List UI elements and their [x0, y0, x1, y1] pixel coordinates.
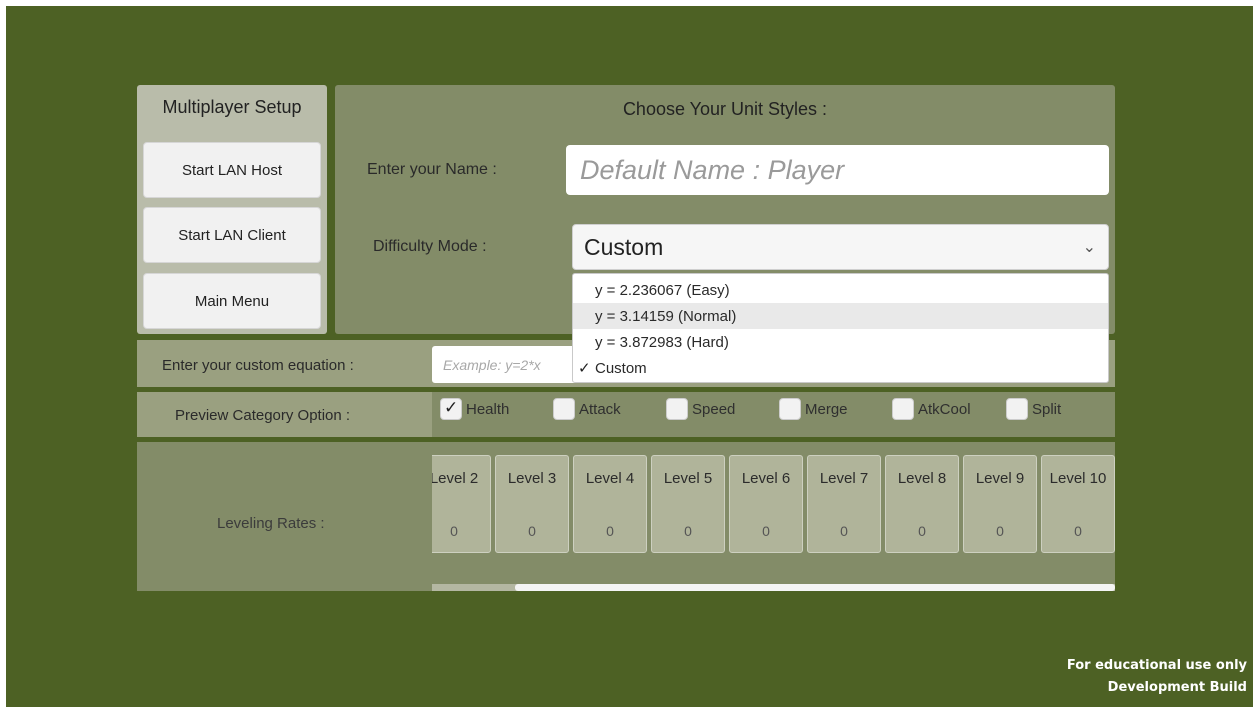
level-value: 0	[996, 523, 1004, 539]
level-label: Level 10	[1049, 470, 1107, 487]
level-card-5[interactable]: Level 5 0	[651, 455, 725, 553]
checkbox-label: Speed	[692, 400, 736, 418]
difficulty-label: Difficulty Mode :	[373, 238, 487, 255]
level-value: 0	[450, 523, 458, 539]
level-label: Level 6	[741, 470, 791, 487]
checkbox-speed[interactable]: Speed	[666, 398, 735, 420]
level-label: Level 7	[819, 470, 869, 487]
difficulty-option-hard[interactable]: y = 3.872983 (Hard)	[573, 329, 1108, 355]
level-label: Level 8	[897, 470, 947, 487]
checkmark-icon: ✓	[444, 398, 459, 417]
checkbox-label: Merge	[805, 400, 848, 418]
checkbox-box	[1006, 398, 1028, 420]
checkbox-attack[interactable]: Attack	[553, 398, 621, 420]
checkmark-icon: ✓	[578, 360, 591, 377]
difficulty-value: Custom	[584, 233, 664, 260]
multiplayer-title: Multiplayer Setup	[162, 97, 302, 117]
level-value: 0	[684, 523, 692, 539]
difficulty-option-normal[interactable]: y = 3.14159 (Normal)	[573, 303, 1108, 329]
equation-input[interactable]: Example: y=2*x	[432, 346, 592, 383]
scrollbar-thumb[interactable]	[515, 584, 1115, 591]
chevron-down-icon: ⌄	[1082, 239, 1096, 256]
level-card-6[interactable]: Level 6 0	[729, 455, 803, 553]
checkbox-label: AtkCool	[918, 400, 971, 418]
checkbox-box	[779, 398, 801, 420]
level-card-7[interactable]: Level 7 0	[807, 455, 881, 553]
checkbox-box: ✓	[440, 398, 462, 420]
level-value: 0	[840, 523, 848, 539]
level-value: 0	[606, 523, 614, 539]
checkbox-atkcool[interactable]: AtkCool	[892, 398, 971, 420]
option-label: y = 3.14159 (Normal)	[595, 307, 737, 325]
checkbox-split[interactable]: Split	[1006, 398, 1061, 420]
level-value: 0	[918, 523, 926, 539]
level-card-10[interactable]: Level 10 0	[1041, 455, 1115, 553]
leveling-rates-label: Leveling Rates :	[217, 515, 325, 532]
difficulty-option-easy[interactable]: y = 2.236067 (Easy)	[573, 277, 1108, 303]
development-build-watermark: Development Build	[1107, 680, 1247, 695]
main-menu-button[interactable]: Main Menu	[143, 273, 321, 329]
unit-styles-title: Choose Your Unit Styles :	[622, 99, 828, 119]
checkbox-label: Health	[466, 400, 510, 418]
level-label: Level 5	[663, 470, 713, 487]
difficulty-option-custom[interactable]: ✓ Custom	[573, 355, 1108, 381]
educational-watermark: For educational use only	[1066, 658, 1247, 673]
option-label: y = 3.872983 (Hard)	[595, 333, 729, 351]
checkbox-box	[553, 398, 575, 420]
option-label: Custom	[595, 359, 647, 377]
checkbox-label: Split	[1032, 400, 1062, 418]
difficulty-dropdown[interactable]: Custom ⌄	[572, 224, 1109, 270]
level-label: Level 4	[585, 470, 635, 487]
checkbox-merge[interactable]: Merge	[779, 398, 848, 420]
level-label: Level 2	[432, 470, 479, 487]
start-lan-host-button[interactable]: Start LAN Host	[143, 142, 321, 198]
name-input[interactable]: Default Name : Player	[566, 145, 1109, 195]
level-card-8[interactable]: Level 8 0	[885, 455, 959, 553]
checkbox-box	[892, 398, 914, 420]
equation-label: Enter your custom equation :	[162, 357, 354, 374]
level-card-2[interactable]: Level 2 0	[432, 455, 491, 553]
name-label: Enter your Name :	[367, 161, 497, 178]
option-label: y = 2.236067 (Easy)	[595, 281, 730, 299]
level-card-9[interactable]: Level 9 0	[963, 455, 1037, 553]
level-card-3[interactable]: Level 3 0	[495, 455, 569, 553]
level-card-4[interactable]: Level 4 0	[573, 455, 647, 553]
checkbox-box	[666, 398, 688, 420]
preview-category-label: Preview Category Option :	[175, 407, 351, 424]
start-lan-client-button[interactable]: Start LAN Client	[143, 207, 321, 263]
checkbox-label: Attack	[579, 400, 621, 418]
level-value: 0	[1074, 523, 1082, 539]
level-value: 0	[762, 523, 770, 539]
checkbox-health[interactable]: ✓ Health	[440, 398, 509, 420]
level-cards-scrollview[interactable]: Level 2 0 Level 3 0 Level 4 0 Level 5 0 …	[432, 455, 1115, 555]
level-label: Level 9	[975, 470, 1025, 487]
difficulty-dropdown-list: y = 2.236067 (Easy) y = 3.14159 (Normal)…	[572, 273, 1109, 383]
multiplayer-panel: Multiplayer Setup Start LAN Host Start L…	[137, 85, 327, 334]
level-value: 0	[528, 523, 536, 539]
level-label: Level 3	[507, 470, 557, 487]
